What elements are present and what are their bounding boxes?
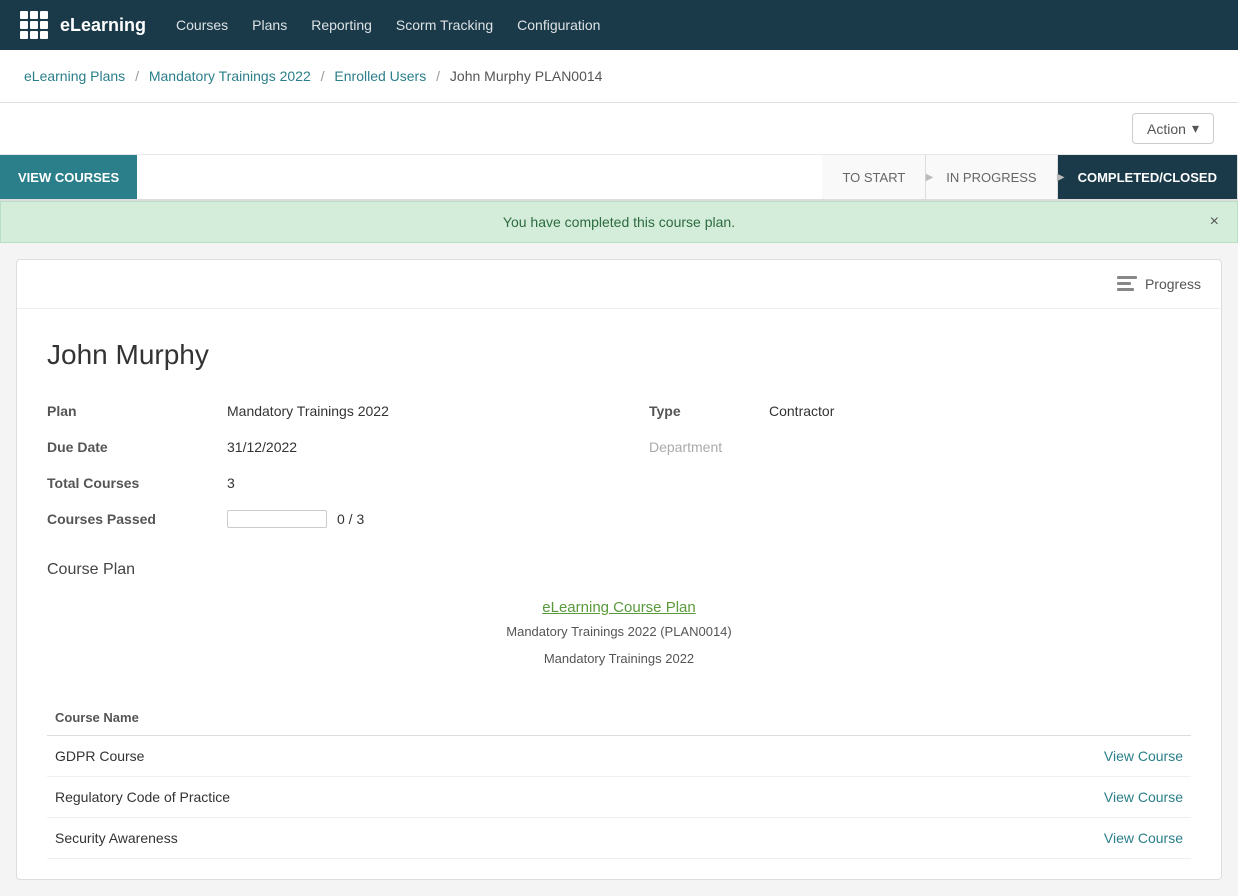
- info-grid: Plan Mandatory Trainings 2022 Type Contr…: [47, 399, 1191, 531]
- tab-in-progress[interactable]: IN PROGRESS: [926, 155, 1057, 199]
- course-plan-section-title: Course Plan: [47, 561, 1191, 579]
- main-card: Progress John Murphy Plan Mandatory Trai…: [16, 259, 1222, 880]
- plan-subtitle-1: Mandatory Trainings 2022 (PLAN0014): [47, 622, 1191, 643]
- view-course-link[interactable]: View Course: [1104, 789, 1183, 805]
- nav-links: Courses Plans Reporting Scorm Tracking C…: [176, 17, 600, 33]
- table-row: Security Awareness View Course: [47, 817, 1191, 858]
- courses-passed-label: Courses Passed: [47, 507, 227, 531]
- card-header: Progress: [17, 260, 1221, 309]
- brand-name: eLearning: [60, 15, 146, 36]
- total-courses-label: Total Courses: [47, 471, 227, 495]
- courses-passed-fraction: 0 / 3: [337, 511, 364, 527]
- alert-banner: You have completed this course plan. ×: [0, 201, 1238, 243]
- courses-passed-progress-bar: [227, 510, 327, 528]
- due-date-label: Due Date: [47, 435, 227, 459]
- course-name-header: Course Name: [47, 700, 811, 736]
- breadcrumb-mandatory-trainings[interactable]: Mandatory Trainings 2022: [149, 68, 311, 84]
- elearning-course-plan-link[interactable]: eLearning Course Plan: [47, 599, 1191, 616]
- table-row: Regulatory Code of Practice View Course: [47, 776, 1191, 817]
- action-bar: Action ▾: [0, 103, 1238, 155]
- course-name-cell: Regulatory Code of Practice: [47, 776, 811, 817]
- alert-message: You have completed this course plan.: [503, 214, 735, 230]
- course-action-cell: View Course: [811, 776, 1191, 817]
- progress-icon: [1117, 276, 1137, 292]
- nav-scorm-tracking[interactable]: Scorm Tracking: [396, 17, 493, 33]
- tab-view-courses[interactable]: VIEW COURSES: [0, 155, 137, 199]
- plan-subtitle-2: Mandatory Trainings 2022: [47, 649, 1191, 670]
- action-chevron-icon: ▾: [1192, 120, 1199, 137]
- type-value: Contractor: [769, 399, 1191, 423]
- tabs-right: TO START IN PROGRESS COMPLETED/CLOSED: [822, 155, 1238, 199]
- breadcrumb-current: John Murphy PLAN0014: [450, 68, 603, 84]
- department-value: [769, 435, 1191, 459]
- nav-configuration[interactable]: Configuration: [517, 17, 600, 33]
- breadcrumb-elearning-plans[interactable]: eLearning Plans: [24, 68, 125, 84]
- tab-to-start[interactable]: TO START: [822, 155, 926, 199]
- course-name-cell: GDPR Course: [47, 735, 811, 776]
- course-action-cell: View Course: [811, 735, 1191, 776]
- course-table: Course Name GDPR CourseView CourseRegula…: [47, 700, 1191, 859]
- breadcrumb-sep-2: /: [321, 68, 325, 84]
- user-name: John Murphy: [47, 339, 1191, 371]
- progress-label: Progress: [1145, 276, 1201, 292]
- table-row: GDPR Course View Course: [47, 735, 1191, 776]
- grid-menu-icon[interactable]: [20, 11, 48, 39]
- breadcrumb-enrolled-users[interactable]: Enrolled Users: [334, 68, 426, 84]
- nav-reporting[interactable]: Reporting: [311, 17, 372, 33]
- nav-plans[interactable]: Plans: [252, 17, 287, 33]
- due-date-value: 31/12/2022: [227, 435, 649, 459]
- total-courses-value: 3: [227, 471, 649, 495]
- card-body: John Murphy Plan Mandatory Trainings 202…: [17, 309, 1221, 879]
- plan-value: Mandatory Trainings 2022: [227, 399, 649, 423]
- nav-courses[interactable]: Courses: [176, 17, 228, 33]
- view-course-link[interactable]: View Course: [1104, 748, 1183, 764]
- view-course-link[interactable]: View Course: [1104, 830, 1183, 846]
- course-action-cell: View Course: [811, 817, 1191, 858]
- action-button[interactable]: Action ▾: [1132, 113, 1214, 144]
- breadcrumb: eLearning Plans / Mandatory Trainings 20…: [0, 50, 1238, 103]
- action-header-empty: [811, 700, 1191, 736]
- plan-label: Plan: [47, 399, 227, 423]
- courses-passed-container: 0 / 3: [227, 507, 649, 531]
- course-plan-center: eLearning Course Plan Mandatory Training…: [47, 599, 1191, 670]
- breadcrumb-sep-1: /: [135, 68, 139, 84]
- alert-close-button[interactable]: ×: [1210, 213, 1219, 231]
- department-label: Department: [649, 435, 769, 459]
- tab-bar: VIEW COURSES TO START IN PROGRESS COMPLE…: [0, 155, 1238, 201]
- tab-completed-closed[interactable]: COMPLETED/CLOSED: [1058, 155, 1238, 199]
- progress-button[interactable]: Progress: [1117, 276, 1201, 292]
- course-name-cell: Security Awareness: [47, 817, 811, 858]
- action-label: Action: [1147, 121, 1186, 137]
- breadcrumb-sep-3: /: [436, 68, 440, 84]
- top-navigation: eLearning Courses Plans Reporting Scorm …: [0, 0, 1238, 50]
- type-label: Type: [649, 399, 769, 423]
